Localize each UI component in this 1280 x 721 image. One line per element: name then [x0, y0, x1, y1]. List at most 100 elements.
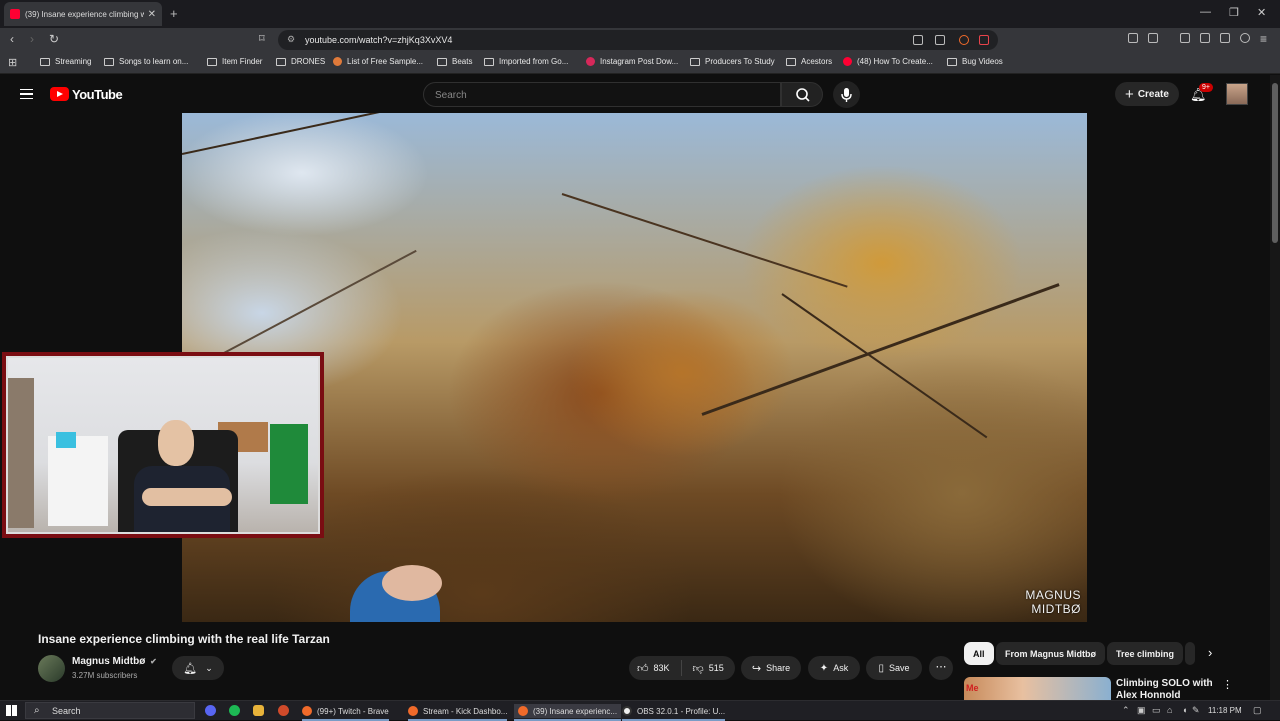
tray-app-icon[interactable]: ▣: [1137, 705, 1146, 716]
vpn-icon[interactable]: [1240, 33, 1250, 43]
network-icon[interactable]: ⌂: [1167, 705, 1172, 715]
recommendation-thumbnail[interactable]: Me: [964, 677, 1111, 700]
brave-shields-icon[interactable]: [959, 35, 969, 45]
chip-partial[interactable]: [1185, 642, 1195, 665]
taskbar-app-youtube[interactable]: (39) Insane experienc...: [514, 704, 622, 721]
brave-rewards-icon[interactable]: [979, 35, 989, 45]
chevron-up-icon[interactable]: ⌃: [1122, 705, 1130, 716]
notification-center-icon[interactable]: ▢: [1253, 705, 1262, 716]
battery-icon[interactable]: ▭: [1152, 705, 1161, 716]
youtube-header: YouTube Search + Create 🔔︎ 9+: [0, 75, 1270, 113]
site-info-icon[interactable]: ⚙: [287, 34, 295, 45]
bookmark-item[interactable]: Instagram Post Dow...: [586, 57, 678, 66]
channel-name: Magnus Midtbø: [72, 656, 146, 667]
thumbs-down-icon: 👎︎: [692, 662, 704, 675]
folder-icon: [947, 57, 957, 66]
bookmark-item[interactable]: List of Free Sample...: [333, 57, 423, 66]
branch-shape: [221, 249, 417, 355]
chrome-icon[interactable]: [278, 705, 289, 716]
forward-icon[interactable]: ›: [30, 32, 34, 46]
bookmark-icon[interactable]: ⌑: [259, 32, 265, 45]
cast-icon[interactable]: [913, 35, 923, 45]
video-title: Insane experience climbing with the real…: [38, 632, 330, 646]
folder-icon: [207, 57, 217, 66]
save-button[interactable]: ▯ Save: [866, 656, 922, 680]
brave-icon: [408, 706, 418, 716]
bookmark-item[interactable]: (48) How To Create...: [843, 57, 933, 66]
ask-button[interactable]: ✦ Ask: [808, 656, 860, 680]
folder-icon: [690, 57, 700, 66]
taskbar-app-kick[interactable]: Stream - Kick Dashbo...: [408, 704, 508, 721]
folder-icon: [104, 57, 114, 66]
leo-ai-icon[interactable]: [1220, 33, 1230, 43]
back-icon[interactable]: ‹: [10, 32, 14, 46]
channel-name-row[interactable]: Magnus Midtbø ✔: [72, 656, 157, 667]
new-tab-icon[interactable]: +: [170, 6, 178, 21]
windows-taskbar: ⌕ Search (99+) Twitch - Brave Stream - K…: [0, 700, 1280, 721]
create-button[interactable]: + Create: [1115, 82, 1179, 106]
bookmark-item[interactable]: Beats: [437, 57, 472, 66]
avatar[interactable]: [1226, 83, 1248, 105]
bookmark-item[interactable]: Songs to learn on...: [104, 57, 188, 66]
bookmark-item[interactable]: Producers To Study: [690, 57, 775, 66]
more-actions-icon[interactable]: ⋯: [929, 656, 953, 680]
share-button[interactable]: ↪ Share: [741, 656, 801, 680]
close-tab-icon[interactable]: ✕: [148, 9, 156, 20]
voice-search-button[interactable]: [833, 81, 860, 108]
taskbar-clock[interactable]: 11:18 PM: [1208, 706, 1242, 715]
apps-grid-icon[interactable]: ⊞: [8, 56, 17, 69]
chip-tree-climbing[interactable]: Tree climbing: [1107, 642, 1184, 665]
dislike-button[interactable]: 👎︎ 515: [693, 662, 724, 675]
taskbar-app-obs[interactable]: OBS 32.0.1 - Profile: U...: [622, 704, 726, 721]
chip-from-channel[interactable]: From Magnus Midtbø: [996, 642, 1105, 665]
youtube-logo-text[interactable]: YouTube: [72, 87, 123, 102]
channel-avatar[interactable]: [38, 655, 65, 682]
bell-icon: 🔔︎: [183, 662, 198, 675]
taskbar-search[interactable]: ⌕ Search: [25, 702, 195, 719]
hamburger-menu-icon[interactable]: [20, 89, 33, 99]
chip-all[interactable]: All: [964, 642, 994, 665]
spotify-icon[interactable]: [229, 705, 240, 716]
reload-icon[interactable]: ↻: [49, 32, 59, 46]
search-input[interactable]: Search: [423, 82, 781, 107]
wallet-icon[interactable]: [1200, 33, 1210, 43]
kebab-menu-icon[interactable]: ⋮: [1222, 678, 1233, 691]
minimize-icon[interactable]: —: [1200, 6, 1211, 18]
sidebar-icon[interactable]: [1148, 33, 1158, 43]
bookmark-item[interactable]: Imported from Go...: [484, 57, 568, 66]
site-icon: [333, 57, 342, 66]
like-button[interactable]: 👍︎ 83K: [637, 662, 670, 675]
windows-start-icon[interactable]: [6, 705, 17, 716]
scrollbar-thumb[interactable]: [1272, 83, 1278, 243]
extensions-icon[interactable]: [1128, 33, 1138, 43]
maximize-icon[interactable]: ❐: [1229, 6, 1239, 19]
subscription-notify-button[interactable]: 🔔︎ ⌄: [172, 656, 224, 680]
discord-icon[interactable]: [205, 705, 216, 716]
youtube-logo-icon[interactable]: [50, 87, 69, 101]
search-button[interactable]: [781, 82, 823, 107]
page-scrollbar[interactable]: [1270, 75, 1280, 700]
bookmark-item[interactable]: Item Finder: [207, 57, 262, 66]
share-page-icon[interactable]: [935, 35, 945, 45]
volume-icon[interactable]: ◖: [1182, 705, 1187, 715]
recommendation-title[interactable]: Climbing SOLO with Alex Honnold: [1116, 678, 1216, 700]
menu-icon[interactable]: ≡: [1260, 32, 1267, 46]
bookmark-item[interactable]: DRONES: [276, 57, 325, 66]
plus-icon: +: [1125, 85, 1134, 103]
bookmark-item[interactable]: Acestors: [786, 57, 832, 66]
bookmark-item[interactable]: Bug Videos: [947, 57, 1003, 66]
pen-icon[interactable]: ✎: [1192, 705, 1200, 716]
chevron-right-icon[interactable]: ›: [1208, 645, 1212, 660]
bookmark-item[interactable]: Streaming: [40, 57, 91, 66]
thumbnail-art: Me: [966, 683, 979, 693]
taskbar-app-twitch[interactable]: (99+) Twitch - Brave: [302, 704, 389, 721]
bookmarks-bar: ⊞ Streaming Songs to learn on... Item Fi…: [0, 52, 1280, 74]
browser-tab-active[interactable]: (39) Insane experience climbing with the…: [4, 2, 162, 26]
sparkle-icon: ✦: [819, 662, 829, 674]
file-explorer-icon[interactable]: [253, 705, 264, 716]
verified-icon: ✔: [150, 657, 157, 666]
media-icon[interactable]: [1180, 33, 1190, 43]
url-bar[interactable]: ⚙ youtube.com/watch?v=zhjKq3XvXV4: [278, 30, 998, 50]
close-window-icon[interactable]: ✕: [1257, 6, 1266, 19]
obs-icon: [622, 706, 632, 716]
